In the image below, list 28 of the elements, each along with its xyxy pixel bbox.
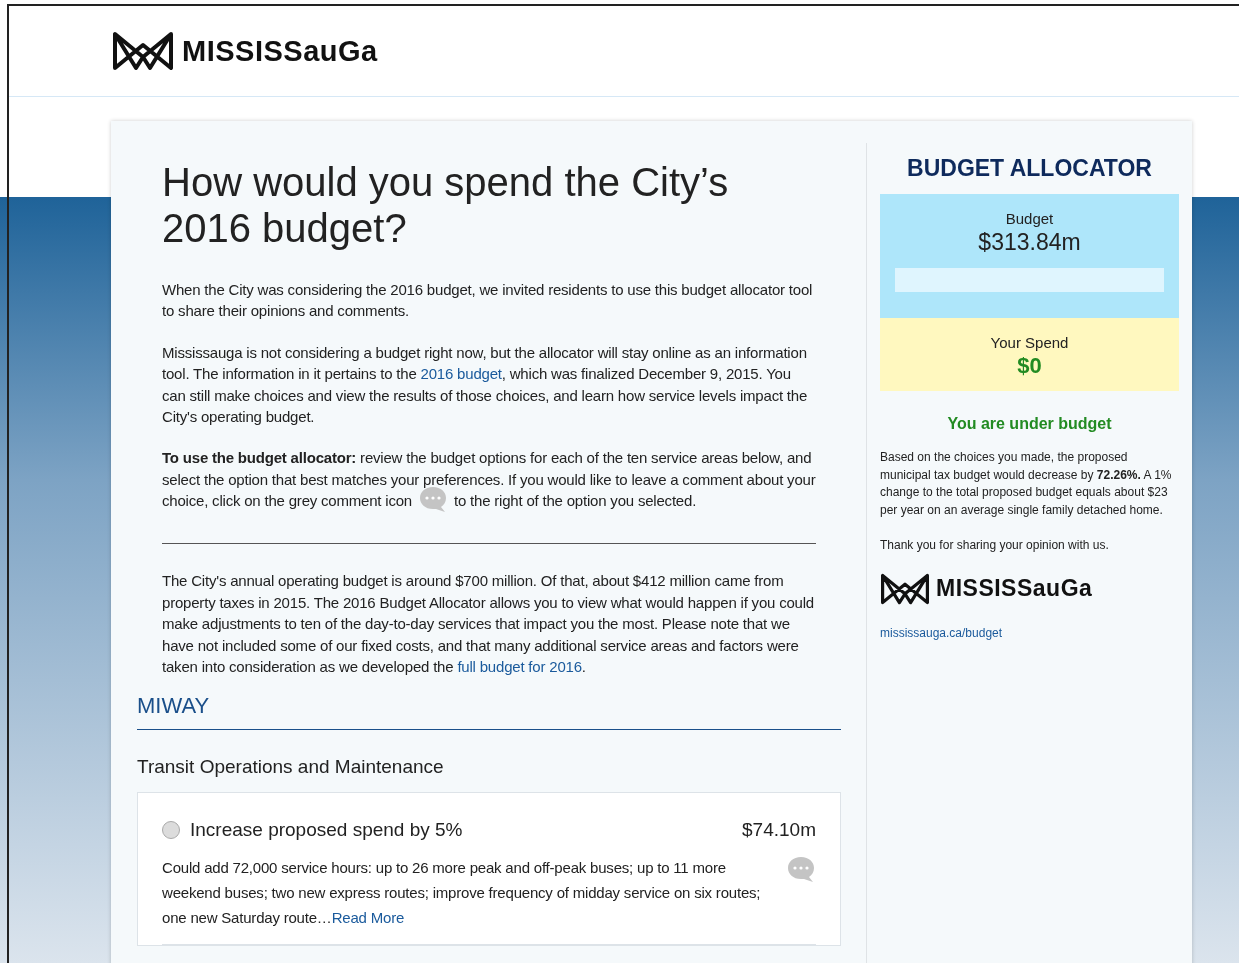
spend-label: Your Spend [990,334,1069,351]
logo-wordmark: MISSISSauGa [182,34,378,68]
budget-status: You are under budget [946,415,1113,433]
page-title: How would you spend the City’s 2016 budget? [162,159,730,251]
intro-paragraph: To use the budget allocator: review the budget options for each of the ten service areas below, and select the option that best matches your preferences. If you would like to leave a comment about your choice, click on the grey comment icon to the right of the option you selected. [162,447,817,514]
allocator-title: BUDGET ALLOCATOR [906,155,1153,182]
spend-amount: $0 [1017,353,1042,379]
option-amount: $74.10m [742,819,816,842]
logo-wordmark: MISSISSauGa [936,575,1093,602]
logo-icon [880,572,930,605]
radio-button[interactable] [162,821,180,840]
option-label: Increase proposed spend by 5% [190,819,464,842]
budget-link[interactable]: full budget for 2016 [457,657,582,675]
summary-paragraph: The City's annual operating budget is around $700 million. Of that, about $412 million came from property taxes in 2015. The 2016 Budget Allocator allows you to view what would happen if you could make adjustments to ten of the day-to-day services that impact you the most. Please note that we have not included some of our fixed costs, and that many additional service areas and factors were taken into consideration as we developed the full budget for 2016. [162,571,815,677]
intro-paragraph: When the City was considering the 2016 budget, we invited residents to use this budget allocator tool to share their opinions and comments. [162,280,814,322]
logo-icon [112,31,174,71]
service-heading: Transit Operations and Maintenance [137,756,445,779]
budget-label: Budget [1005,210,1054,227]
budget-link[interactable]: 2016 budget [420,365,502,383]
thanks-text: Thank you for sharing your opinion with us. [880,537,1110,554]
intro-paragraph: Mississauga is not considering a budget right now, but the allocator will stay online as an information tool. The information in it pertains to the 2016 budget, which was finalized December 9, 2015. You can still make choices and view the results of those choices, and learn how service levels impact the City's operating budget. [162,342,809,428]
option-description: Could add 72,000 service hours: up to 26 more peak and off-peak buses; up to 11 more weekend buses; two new express routes; improve frequency of midday service on six routes; one new Saturday route…Read More [162,858,762,929]
budget-note: Based on the choices you made, the proposed municipal tax budget would decrease by 72.26%. A 1% change to the total proposed budget equals about $23 per year on an average single family detached home. [880,449,1173,519]
budget-website-link[interactable]: mississauga.ca/budget [880,625,1003,640]
read-more-link[interactable]: Read More [331,909,405,927]
budget-amount: $313.84m [978,229,1081,256]
comment-icon[interactable] [786,855,816,884]
section-heading: MIWAY [137,693,841,731]
